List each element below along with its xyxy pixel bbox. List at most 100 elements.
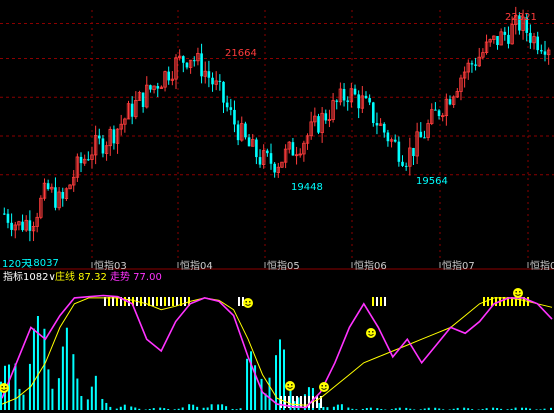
candle-body [317,116,320,133]
volume-bar [115,408,118,410]
price-annotation: 18037 [27,258,59,269]
signal-stripe [300,396,302,408]
candle-body [364,95,368,99]
candle-body [54,187,57,208]
volume-bar [347,407,350,410]
candle-body [79,156,83,164]
candle-body [397,141,401,162]
signal-stripe [152,297,154,306]
volume-bar [448,409,451,410]
candle-body [448,99,452,105]
volume-bar [434,407,437,410]
volume-bar [18,388,21,410]
candle-body [112,129,116,144]
price-annotation: 21664 [225,48,257,59]
candle-body [496,36,499,45]
volume-bar [86,399,89,410]
volume-bar [423,408,426,410]
volume-bar [94,375,97,410]
volume-bar [177,408,180,410]
volume-bar [159,407,162,410]
volume-bar [65,327,68,410]
candle-body [182,56,185,63]
candle-body [233,109,236,125]
volume-bar [413,409,416,410]
candle-body [247,137,251,147]
volume-bar [365,408,368,410]
candle-body [207,71,211,78]
candle-body [404,165,408,167]
candle-body [255,139,258,158]
volume-bar [322,406,325,410]
candle-body [225,102,229,108]
candle-body [503,31,507,35]
candle-body [375,122,379,126]
signal-stripe [280,396,282,408]
volume-bar [438,408,441,410]
signal-stripe [380,297,382,306]
candle-body [382,123,386,133]
smiley-icon [513,288,523,298]
candle-body [357,94,360,109]
candle-body [211,77,214,85]
volume-bar [332,406,335,410]
signal-stripe [144,297,146,306]
candle-body [28,220,32,231]
x-axis-label: 恒指08 [530,259,554,272]
signal-stripe [164,297,166,306]
signal-stripe [156,297,158,306]
candle-body [291,142,295,156]
price-annotation: 19448 [291,182,323,193]
volume-bar [57,378,60,410]
signal-stripe [168,297,170,306]
candle-body [10,222,13,230]
candle-body [412,147,415,157]
signal-stripe [487,297,489,306]
volume-bar [32,328,35,410]
candle-body [346,100,350,102]
candle-body [529,32,532,43]
candle-body [437,110,441,117]
candle-body [222,81,225,103]
signal-stripe [376,297,378,306]
volume-bar [394,408,397,410]
volume-bar [492,407,495,410]
candle-body [61,192,65,199]
volume-bar [188,404,191,410]
volume-bar [260,378,263,410]
candle-body [423,137,426,139]
volume-bar [202,407,205,410]
volume-bar [485,408,488,410]
volume-bar [427,407,430,410]
candle-body [167,71,170,81]
volume-bar [550,407,552,410]
volume-bar [206,407,209,410]
signal-stripe [372,297,374,306]
volume-bar [192,404,195,410]
volume-bar [481,409,484,410]
volume-bar [152,408,155,410]
volume-bar [376,408,379,410]
volume-bar [543,408,546,410]
price-annotation: 22321 [505,12,537,23]
volume-bar [47,369,50,410]
volume-bar [361,408,364,410]
candle-body [371,102,375,123]
volume-bar [405,407,408,410]
volume-bar [442,409,445,410]
volume-bar [398,407,401,410]
volume-bar [250,351,253,410]
volume-bar [14,363,17,410]
candle-body [470,63,474,65]
candle-body [269,153,273,164]
volume-bar [231,408,234,410]
volume-bar [456,407,459,410]
volume-bar [409,408,412,410]
volume-bar [148,408,151,410]
volume-bar [51,388,54,410]
volume-bar [119,406,122,410]
signal-stripe [172,297,174,306]
candle-body [6,213,10,223]
volume-bar [130,406,133,410]
volume-bar [525,407,528,410]
